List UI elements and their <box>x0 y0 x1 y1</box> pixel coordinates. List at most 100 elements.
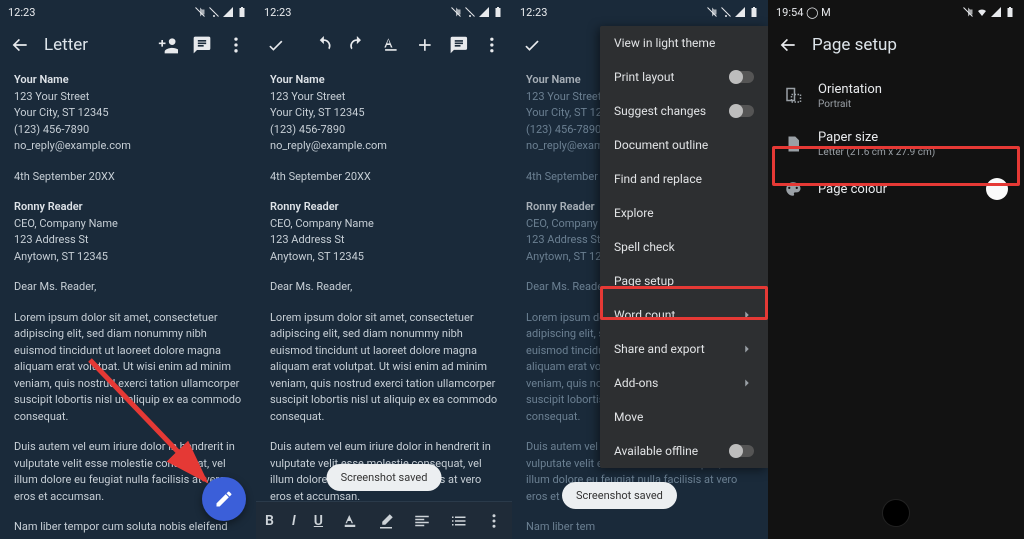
recipient-addr2: Anytown, ST 12345 <box>14 249 242 266</box>
check-icon[interactable] <box>522 35 542 55</box>
menu-spell-check[interactable]: Spell check <box>600 230 768 264</box>
toast-screenshot-saved: Screenshot saved <box>327 464 442 491</box>
mute-icon <box>194 6 206 18</box>
more-vert-icon[interactable] <box>226 35 246 55</box>
share-add-person-icon[interactable] <box>158 35 178 55</box>
italic-button[interactable]: I <box>292 513 296 529</box>
wifi-off-icon <box>720 6 732 18</box>
signal-icon <box>734 6 746 18</box>
recipient-name: Ronny Reader <box>270 199 498 216</box>
menu-suggest-changes[interactable]: Suggest changes <box>600 94 768 128</box>
document-title: Letter <box>44 35 144 55</box>
menu-print-layout[interactable]: Print layout <box>600 60 768 94</box>
status-icons <box>962 6 1016 18</box>
clock: 12:23 <box>264 6 291 19</box>
letter-date: 4th September 20XX <box>14 169 242 186</box>
mute-icon <box>962 6 974 18</box>
wifi-off-icon <box>208 6 220 18</box>
toggle-icon[interactable] <box>730 105 754 117</box>
document-body[interactable]: Your Name 123 Your Street Your City, ST … <box>0 66 256 539</box>
more-vert-icon[interactable] <box>482 35 502 55</box>
status-icons <box>450 6 504 18</box>
menu-move[interactable]: Move <box>600 400 768 434</box>
status-icons <box>706 6 760 18</box>
signal-icon <box>990 6 1002 18</box>
recipient-addr1: 123 Address St <box>14 232 242 249</box>
sender-name: Your Name <box>270 72 498 89</box>
highlight-page-setup <box>600 286 768 320</box>
sender-email: no_reply@example.com <box>270 138 498 155</box>
sender-email: no_reply@example.com <box>14 138 242 155</box>
page-setup-app-bar: Page setup <box>768 24 1024 66</box>
status-bar: 12:23 <box>512 0 768 24</box>
menu-light-theme[interactable]: View in light theme <box>600 26 768 60</box>
letter-date: 4th September 20XX <box>270 169 498 186</box>
toggle-icon[interactable] <box>730 445 754 457</box>
screenshot-4: 19:54 ◯ M Page setup Orientation Portrai… <box>768 0 1024 539</box>
menu-share-export[interactable]: Share and export <box>600 332 768 366</box>
row-orientation[interactable]: Orientation Portrait <box>768 72 1024 120</box>
app-bar: Letter <box>0 24 256 66</box>
menu-available-offline[interactable]: Available offline <box>600 434 768 468</box>
insert-icon[interactable] <box>415 35 435 55</box>
back-icon[interactable] <box>10 35 30 55</box>
sender-name: Your Name <box>14 72 242 89</box>
greeting: Dear Ms. Reader, <box>14 279 242 296</box>
sender-addr2: Your City, ST 12345 <box>270 105 498 122</box>
chevron-right-icon <box>740 376 754 390</box>
highlight-page-colour <box>772 146 1020 186</box>
screenshot-3: 12:23 Your Name 123 Your Street Your Cit… <box>512 0 768 539</box>
pencil-icon <box>214 489 234 509</box>
recipient-name: Ronny Reader <box>14 199 242 216</box>
screenshot-1: 12:23 Letter Your Name 123 Your Street Y… <box>0 0 256 539</box>
sender-phone: (123) 456-7890 <box>270 122 498 139</box>
paragraph-1: Lorem ipsum dolor sit amet, consectetuer… <box>14 310 242 426</box>
recipient-role: CEO, Company Name <box>270 216 498 233</box>
sender-addr2: Your City, ST 12345 <box>14 105 242 122</box>
highlight-icon[interactable] <box>377 512 395 530</box>
format-toolbar: B I U <box>256 501 512 539</box>
align-icon[interactable] <box>413 512 431 530</box>
wifi-off-icon <box>464 6 476 18</box>
bold-button[interactable]: B <box>265 513 274 529</box>
clock: 12:23 <box>8 6 35 19</box>
text-format-icon[interactable] <box>381 35 401 55</box>
battery-icon <box>492 6 504 18</box>
edit-fab[interactable] <box>202 477 246 521</box>
more-vert-icon[interactable] <box>485 512 503 530</box>
list-icon[interactable] <box>449 512 467 530</box>
paragraph-3: Nam liber tempor cum soluta nobis eleife… <box>14 519 242 539</box>
menu-find-replace[interactable]: Find and replace <box>600 162 768 196</box>
comment-icon[interactable] <box>449 35 469 55</box>
text-color-icon[interactable] <box>341 512 359 530</box>
underline-button[interactable]: U <box>314 513 323 529</box>
menu-addons[interactable]: Add-ons <box>600 366 768 400</box>
back-icon[interactable] <box>778 35 798 55</box>
clock: 12:23 <box>520 6 547 19</box>
sender-addr1: 123 Your Street <box>14 89 242 106</box>
orientation-label: Orientation <box>818 82 1008 97</box>
orientation-icon <box>784 87 802 105</box>
wifi-icon <box>976 6 988 18</box>
status-bar: 12:23 <box>0 0 256 24</box>
toggle-icon[interactable] <box>730 71 754 83</box>
toast-screenshot-saved: Screenshot saved <box>562 482 677 509</box>
signal-icon <box>478 6 490 18</box>
menu-document-outline[interactable]: Document outline <box>600 128 768 162</box>
redo-icon[interactable] <box>347 35 367 55</box>
undo-icon[interactable] <box>314 35 334 55</box>
status-icons <box>194 6 248 18</box>
mute-icon <box>706 6 718 18</box>
check-icon[interactable] <box>266 35 286 55</box>
battery-icon <box>236 6 248 18</box>
screenshot-2: 12:23 Your Name 123 Your Street Your Cit… <box>256 0 512 539</box>
recipient-role: CEO, Company Name <box>14 216 242 233</box>
settings-list: Orientation Portrait Paper size Letter (… <box>768 66 1024 216</box>
recipient-addr1: 123 Address St <box>270 232 498 249</box>
battery-icon <box>1004 6 1016 18</box>
edit-app-bar <box>256 24 512 66</box>
status-bar: 12:23 <box>256 0 512 24</box>
menu-explore[interactable]: Explore <box>600 196 768 230</box>
comment-icon[interactable] <box>192 35 212 55</box>
paragraph-1: Lorem ipsum dolor sit amet, consectetuer… <box>270 310 498 426</box>
